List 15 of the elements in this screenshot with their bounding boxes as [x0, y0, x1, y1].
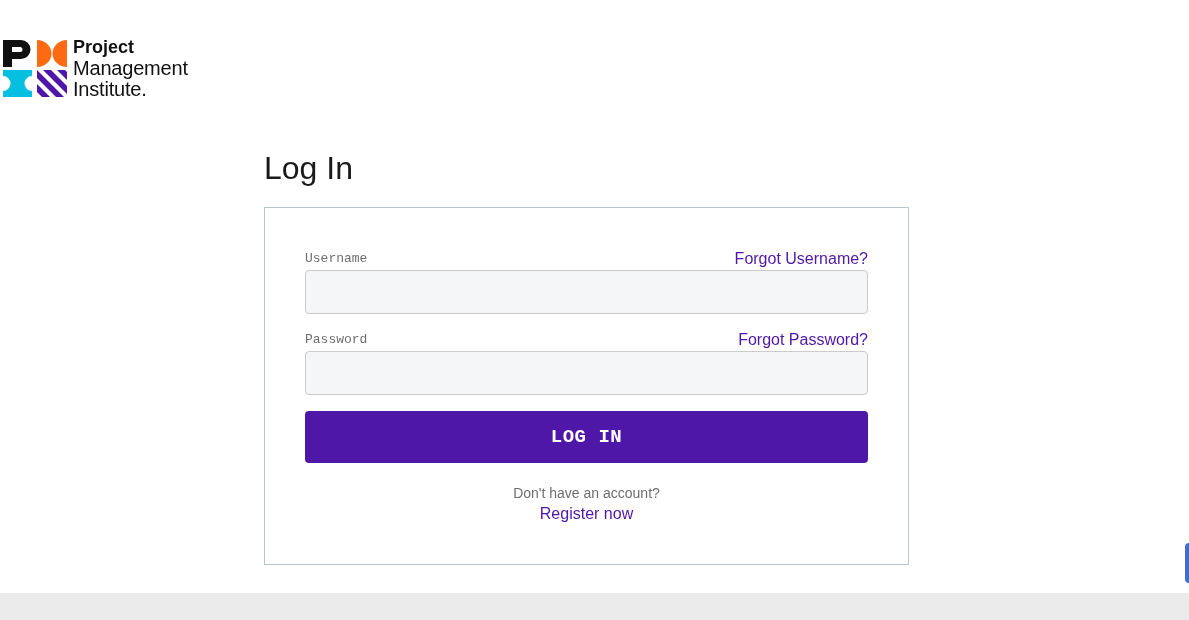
logo-text: Institute. — [73, 79, 147, 100]
login-button[interactable]: LOG IN — [305, 411, 868, 463]
page-title: Log In — [264, 149, 353, 188]
logo-text: Project — [73, 37, 136, 58]
register-link[interactable]: Register now — [539, 504, 634, 524]
logo-icon — [3, 40, 67, 97]
signup-prompt: Don't have an account? — [513, 484, 660, 502]
field-label: Username — [305, 250, 368, 269]
field-label: Password — [305, 331, 368, 350]
forgot-link[interactable]: Forgot Username? — [734, 247, 868, 271]
logo-text: Management — [73, 58, 188, 79]
text-input-field[interactable] — [305, 270, 868, 314]
forgot-link[interactable]: Forgot Password? — [738, 328, 868, 352]
floating-action-button[interactable] — [1185, 543, 1189, 583]
text-input-field[interactable] — [305, 351, 868, 395]
